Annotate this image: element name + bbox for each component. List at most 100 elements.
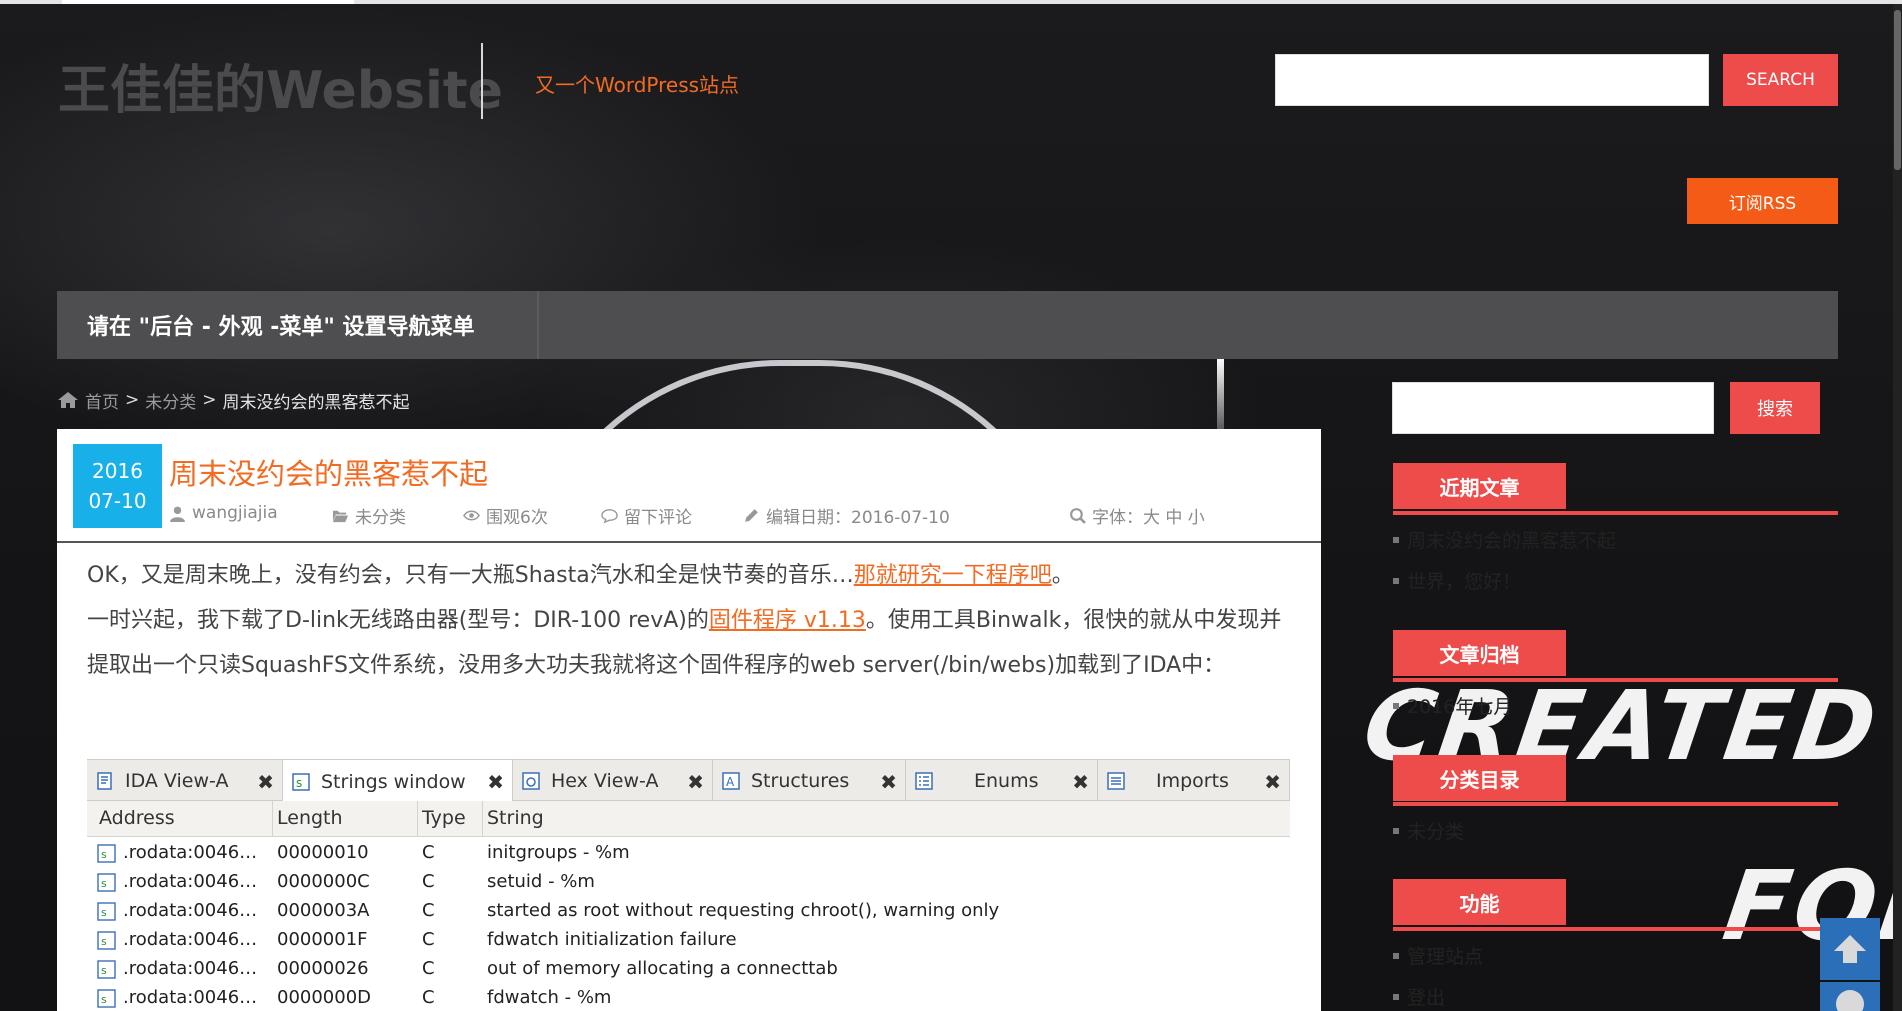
recent-post-link[interactable]: 世界，您好！: [1393, 567, 1521, 594]
ida-row-length: 0000000C: [277, 871, 370, 892]
ida-tab-enums: Enums ✖: [906, 760, 1098, 802]
ida-col-type: Type: [422, 807, 466, 829]
svg-text:s: s: [101, 848, 107, 861]
ida-tab-label: IDA View-A: [125, 770, 229, 792]
nav-menu-hint[interactable]: 请在 "后台 - 外观 -菜单" 设置导航菜单: [57, 291, 539, 359]
post-category[interactable]: 未分类: [332, 503, 406, 528]
breadcrumb-category-link[interactable]: 未分类: [145, 388, 196, 413]
enums-icon: [915, 772, 933, 790]
post-inline-link-firmware[interactable]: 固件程序 v1.13: [709, 608, 866, 633]
browser-top-strip: [0, 0, 1902, 4]
sidebar-search-input[interactable]: [1392, 382, 1714, 434]
ida-row-address: .rodata:0046…: [123, 987, 258, 1008]
ida-row-address: .rodata:0046…: [123, 900, 258, 921]
post-body: OK，又是周末晚上，没有约会，只有一大瓶Shasta汽水和全是快节奏的音乐…那就…: [87, 553, 1297, 688]
breadcrumb-home-link[interactable]: 首页: [85, 388, 119, 413]
folder-open-icon: [332, 510, 349, 523]
title-divider: [481, 43, 483, 119]
widget-underline: [1393, 511, 1838, 515]
scrollbar-thumb[interactable]: [1894, 10, 1901, 170]
ida-tab-structures: A Structures ✖: [713, 760, 906, 802]
bullet-icon: [1393, 702, 1399, 709]
comment-shortcut-button[interactable]: [1820, 982, 1880, 1011]
ida-row-type: C: [422, 929, 435, 950]
ida-row-address: .rodata:0046…: [123, 842, 258, 863]
ida-row-string: out of memory allocating a connecttab: [487, 958, 838, 979]
widget-recent-posts-title: 近期文章: [1393, 463, 1566, 509]
post-author[interactable]: wangjiajia: [169, 503, 278, 523]
header-search-button[interactable]: SEARCH: [1723, 54, 1838, 106]
header-search-input[interactable]: [1275, 54, 1709, 106]
recent-post-label: 周末没约会的黑客惹不起: [1407, 530, 1617, 552]
archive-link[interactable]: 2016年七月: [1393, 692, 1512, 719]
browser-tab-strip: [62, 0, 354, 4]
bullet-icon: [1393, 952, 1399, 959]
ida-row-string: fdwatch - %m: [487, 987, 612, 1008]
ida-row-length: 0000003A: [277, 900, 370, 921]
post-views-label: 围观6次: [486, 508, 548, 528]
post-title[interactable]: 周末没约会的黑客惹不起: [169, 451, 488, 493]
arrow-up-icon: [1834, 935, 1866, 963]
post-paragraph-2-text: 一时兴起，我下载了D-link无线路由器(型号：DIR-100 revA)的: [87, 608, 709, 633]
ida-col-string: String: [487, 807, 544, 829]
post-comment-link[interactable]: 留下评论: [601, 503, 692, 528]
ida-row-address: .rodata:0046…: [123, 958, 258, 979]
ida-row: s .rodata:0046… 0000003A C started as ro…: [87, 897, 1290, 926]
structures-icon: A: [722, 772, 740, 790]
pencil-icon: [745, 509, 758, 522]
ida-row-type: C: [422, 842, 435, 863]
main-navigation: 请在 "后台 - 外观 -菜单" 设置导航菜单: [57, 291, 1838, 359]
comment-icon: [601, 509, 618, 524]
back-to-top-button[interactable]: [1820, 918, 1880, 980]
imports-icon: [1107, 772, 1125, 790]
ida-tab-label: Strings window: [321, 770, 466, 793]
string-entry-icon: s: [97, 931, 116, 950]
category-link[interactable]: 未分类: [1393, 817, 1464, 844]
post-article: 2016 07-10 周末没约会的黑客惹不起 wangjiajia 未分类 围观…: [57, 429, 1321, 1011]
svg-text:s: s: [101, 935, 107, 948]
site-title[interactable]: 王佳佳的Website: [58, 48, 503, 123]
breadcrumb: 首页 > 未分类 > 周末没约会的黑客惹不起: [57, 388, 410, 413]
sidebar-search-button[interactable]: 搜索: [1730, 382, 1820, 434]
meta-link-admin[interactable]: 管理站点: [1393, 942, 1483, 969]
string-entry-icon: s: [97, 989, 116, 1008]
rss-subscribe-button[interactable]: 订阅RSS: [1687, 178, 1838, 224]
post-date-badge: 2016 07-10: [73, 444, 162, 528]
recent-post-link[interactable]: 周末没约会的黑客惹不起: [1393, 526, 1616, 553]
meta-link-logout[interactable]: 登出: [1393, 983, 1445, 1010]
close-icon: ✖: [880, 770, 897, 794]
post-date-monthday: 07-10: [88, 489, 147, 513]
site-tagline: 又一个WordPress站点: [535, 73, 740, 97]
close-icon: ✖: [487, 770, 504, 794]
post-meta-divider: [57, 541, 1321, 543]
widget-categories-title: 分类目录: [1393, 755, 1566, 801]
widget-archives-title: 文章归档: [1393, 630, 1566, 676]
ida-row: s .rodata:0046… 00000010 C initgroups - …: [87, 839, 1290, 868]
ida-tab-label: Imports: [1156, 770, 1229, 792]
post-font-size-controls[interactable]: 字体：大 中 小: [1069, 503, 1205, 528]
post-date-year: 2016: [92, 459, 143, 483]
ida-tab-label: Hex View-A: [551, 770, 659, 792]
ida-row: s .rodata:0046… 0000000D C fdwatch - %m: [87, 984, 1290, 1011]
bullet-icon: [1393, 827, 1399, 834]
ida-tab-imports: Imports ✖: [1098, 760, 1290, 802]
ida-row-string: setuid - %m: [487, 871, 595, 892]
post-inline-link-research[interactable]: 那就研究一下程序吧: [854, 563, 1052, 588]
zoom-icon: [1070, 508, 1086, 524]
close-icon: ✖: [1072, 770, 1089, 794]
ida-row-address: .rodata:0046…: [123, 871, 258, 892]
svg-text:s: s: [296, 776, 302, 790]
post-edit-date: 编辑日期：2016-07-10: [743, 503, 950, 528]
close-icon: ✖: [1264, 770, 1281, 794]
svg-text:s: s: [101, 877, 107, 890]
ida-row-address: .rodata:0046…: [123, 929, 258, 950]
post-font-size-label: 字体：大 中 小: [1092, 508, 1205, 528]
post-author-label: wangjiajia: [192, 503, 278, 523]
svg-text:s: s: [101, 964, 107, 977]
ida-col-length: Length: [277, 807, 343, 829]
string-entry-icon: s: [97, 960, 116, 979]
string-entry-icon: s: [97, 844, 116, 863]
ida-row-type: C: [422, 958, 435, 979]
post-paragraph-1-text: OK，又是周末晚上，没有约会，只有一大瓶Shasta汽水和全是快节奏的音乐…: [87, 563, 854, 588]
breadcrumb-separator: >: [202, 390, 217, 410]
